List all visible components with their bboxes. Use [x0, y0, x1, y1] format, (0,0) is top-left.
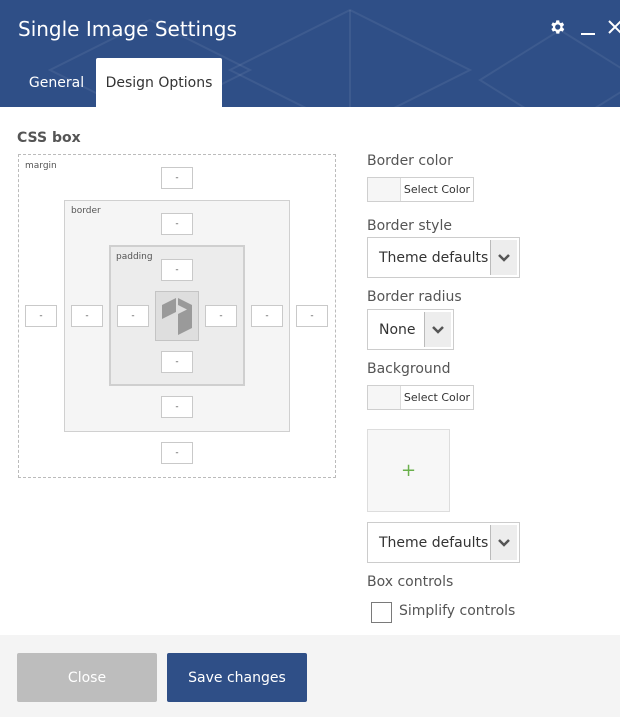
margin-label: margin: [25, 161, 57, 171]
gear-icon[interactable]: [547, 17, 567, 37]
background-color-button-label: Select Color: [403, 391, 471, 404]
dialog-title: Single Image Settings: [18, 17, 237, 41]
padding-right-input[interactable]: -: [205, 305, 237, 327]
plus-icon: +: [400, 460, 417, 481]
chevron-down-icon: [490, 525, 517, 560]
dialog-header: Single Image Settings General Design Opt…: [0, 0, 620, 107]
content-box: [155, 291, 199, 341]
border-radius-select[interactable]: None: [367, 309, 454, 350]
border-color-label: Border color: [367, 153, 453, 169]
chevron-down-icon: [490, 240, 517, 275]
border-style-select[interactable]: Theme defaults: [367, 237, 520, 278]
save-changes-button[interactable]: Save changes: [167, 653, 307, 702]
background-color-button[interactable]: Select Color: [367, 385, 474, 410]
background-style-value: Theme defaults: [379, 534, 489, 551]
tab-general[interactable]: General: [18, 58, 95, 107]
padding-top-input[interactable]: -: [161, 259, 193, 281]
tab-design-options[interactable]: Design Options: [96, 58, 222, 107]
border-radius-label: Border radius: [367, 289, 462, 305]
logo-icon: [162, 298, 192, 335]
border-left-input[interactable]: -: [71, 305, 103, 327]
add-image-button[interactable]: +: [367, 429, 450, 512]
margin-right-input[interactable]: -: [296, 305, 328, 327]
border-color-swatch: [368, 178, 401, 201]
simplify-controls-label: Simplify controls: [399, 603, 516, 619]
border-label: border: [71, 206, 101, 216]
border-style-value: Theme defaults: [379, 249, 489, 266]
border-radius-value: None: [379, 321, 416, 338]
padding-bottom-input[interactable]: -: [161, 351, 193, 373]
padding-left-input[interactable]: -: [117, 305, 149, 327]
border-color-button[interactable]: Select Color: [367, 177, 474, 202]
background-color-swatch: [368, 386, 401, 409]
minimize-icon[interactable]: [579, 17, 597, 37]
box-controls-label: Box controls: [367, 574, 454, 590]
close-button[interactable]: Close: [17, 653, 157, 702]
margin-top-input[interactable]: -: [161, 167, 193, 189]
close-icon[interactable]: [607, 17, 620, 37]
border-right-input[interactable]: -: [251, 305, 283, 327]
border-color-button-label: Select Color: [403, 183, 471, 196]
background-label: Background: [367, 361, 451, 377]
border-style-label: Border style: [367, 218, 452, 234]
border-top-input[interactable]: -: [161, 213, 193, 235]
css-box-title: CSS box: [17, 130, 81, 146]
simplify-controls-checkbox[interactable]: [371, 602, 392, 623]
margin-left-input[interactable]: -: [25, 305, 57, 327]
padding-label: padding: [116, 252, 153, 262]
margin-bottom-input[interactable]: -: [161, 442, 193, 464]
background-style-select[interactable]: Theme defaults: [367, 522, 520, 563]
chevron-down-icon: [424, 312, 451, 347]
border-bottom-input[interactable]: -: [161, 396, 193, 418]
